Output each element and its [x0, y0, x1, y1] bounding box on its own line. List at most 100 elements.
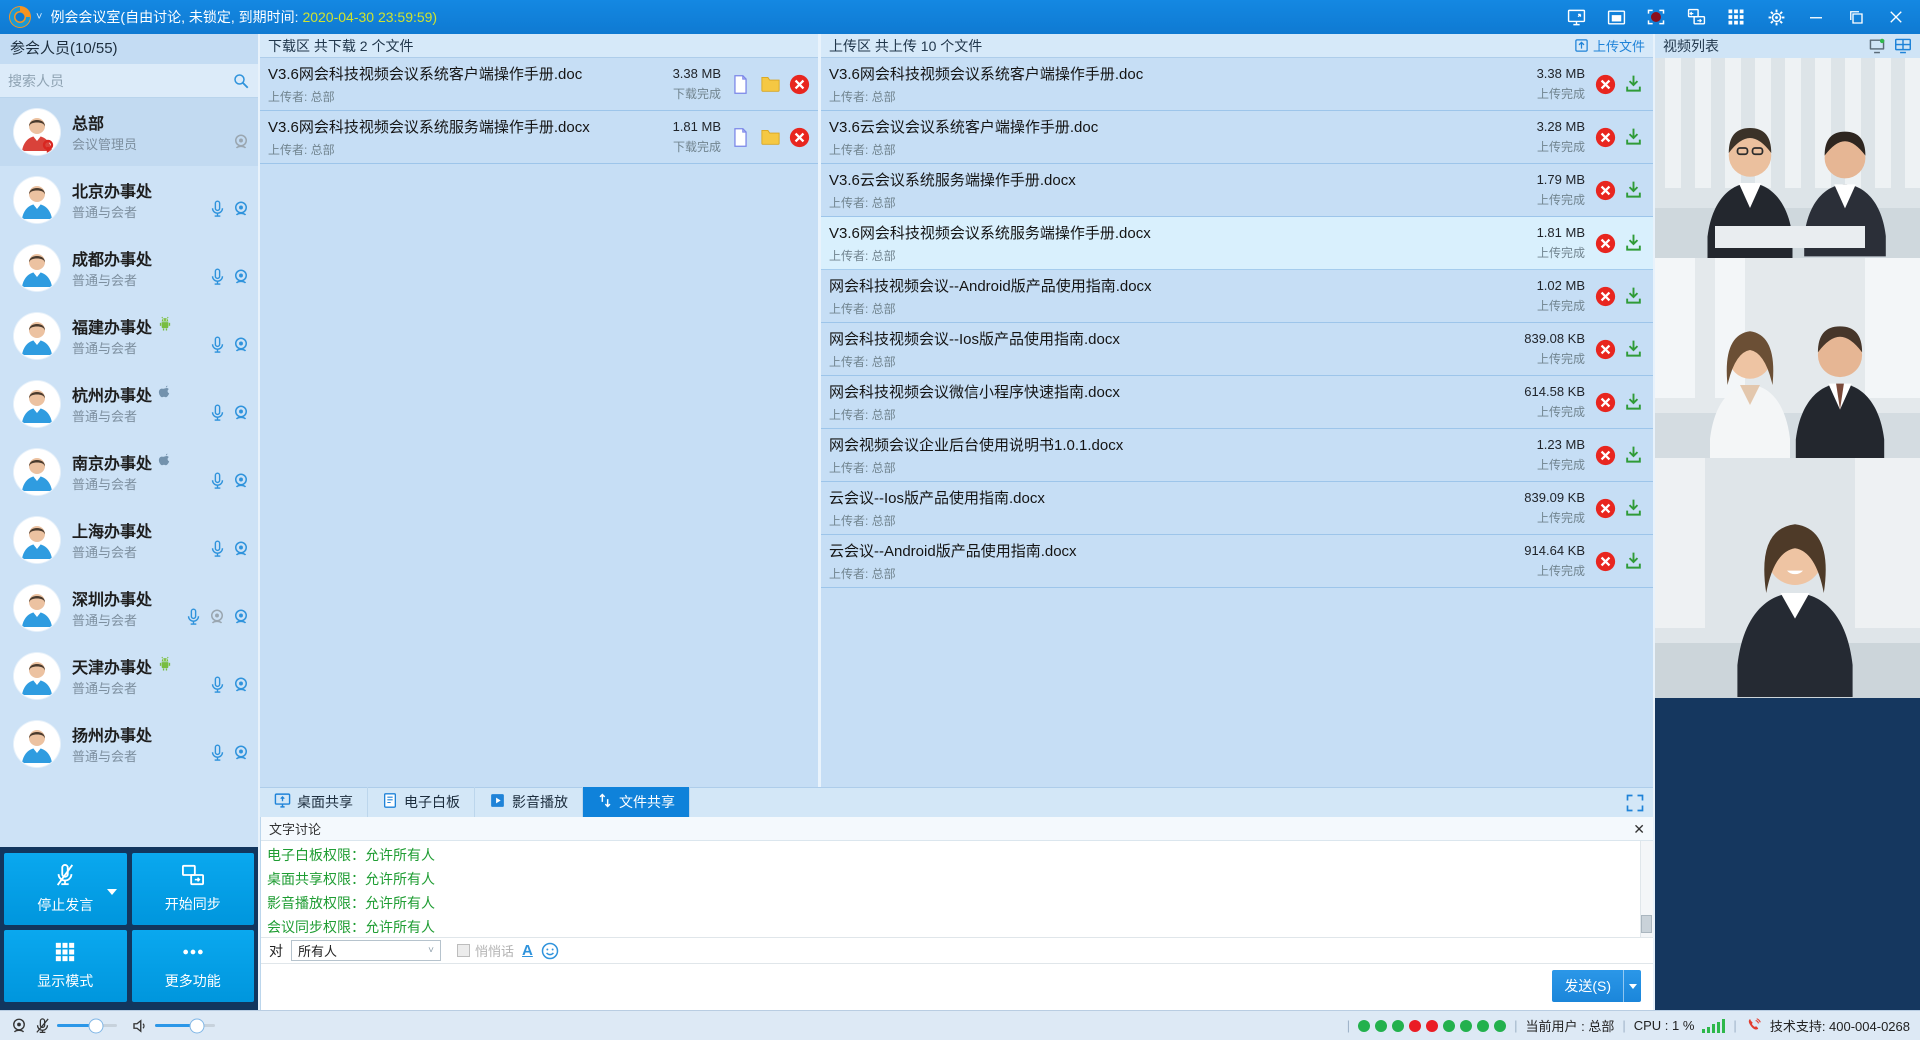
video-thumbnail-3[interactable]: [1655, 458, 1920, 698]
emoji-icon[interactable]: [541, 942, 559, 960]
chat-scrollbar[interactable]: [1640, 841, 1653, 937]
mic-icon[interactable]: [209, 403, 226, 428]
close-icon[interactable]: [1886, 7, 1906, 27]
webcam-icon[interactable]: [232, 336, 250, 359]
font-style-icon[interactable]: A: [522, 942, 533, 959]
message-input[interactable]: 发送(S): [261, 964, 1653, 1010]
download-file-icon[interactable]: [1624, 392, 1645, 413]
delete-file-icon[interactable]: [1595, 445, 1616, 466]
delete-file-icon[interactable]: [1595, 233, 1616, 254]
settings-gear-icon[interactable]: [1766, 7, 1786, 27]
sync-screens-button[interactable]: 开始同步: [132, 853, 255, 925]
delete-file-icon[interactable]: [789, 74, 810, 95]
maximize-icon[interactable]: [1846, 7, 1866, 27]
download-file-row[interactable]: V3.6网会科技视频会议系统客户端操作手册.doc上传者: 总部3.38 MB下…: [260, 58, 818, 111]
expand-icon[interactable]: [1625, 793, 1645, 813]
participant-row[interactable]: 杭州办事处普通与会者: [0, 370, 258, 438]
download-file-icon[interactable]: [1624, 551, 1645, 572]
upload-file-row[interactable]: V3.6云会议系统服务端操作手册.docx上传者: 总部1.79 MB上传完成: [821, 164, 1653, 217]
download-file-icon[interactable]: [1624, 445, 1645, 466]
participant-row[interactable]: 上海办事处普通与会者: [0, 506, 258, 574]
delete-file-icon[interactable]: [1595, 180, 1616, 201]
mic-icon[interactable]: [209, 199, 226, 224]
mic-icon[interactable]: [209, 539, 226, 564]
download-file-icon[interactable]: [1624, 127, 1645, 148]
download-file-icon[interactable]: [1624, 339, 1645, 360]
mic-icon[interactable]: [209, 743, 226, 768]
delete-file-icon[interactable]: [1595, 74, 1616, 95]
recipient-select[interactable]: 所有人˅: [291, 940, 441, 961]
whisper-checkbox[interactable]: [457, 944, 470, 957]
more-dots-button[interactable]: 更多功能: [132, 930, 255, 1002]
search-icon[interactable]: [232, 72, 250, 90]
speaker-icon[interactable]: [131, 1017, 149, 1035]
send-options-dropdown[interactable]: [1623, 970, 1641, 1002]
send-button[interactable]: 发送(S): [1552, 970, 1623, 1002]
chat-scrollbar-thumb[interactable]: [1641, 915, 1652, 933]
delete-file-icon[interactable]: [1595, 498, 1616, 519]
delete-file-icon[interactable]: [1595, 286, 1616, 307]
upload-file-button[interactable]: 上传文件: [1574, 36, 1645, 55]
webcam-icon[interactable]: [232, 744, 250, 767]
open-folder-icon[interactable]: [760, 74, 781, 95]
participant-row[interactable]: 南京办事处普通与会者: [0, 438, 258, 506]
participant-row[interactable]: 成都办事处普通与会者: [0, 234, 258, 302]
delete-file-icon[interactable]: [1595, 392, 1616, 413]
upload-file-row[interactable]: V3.6网会科技视频会议系统客户端操作手册.doc上传者: 总部3.38 MB上…: [821, 58, 1653, 111]
open-file-icon[interactable]: [731, 74, 752, 95]
minimize-icon[interactable]: [1806, 7, 1826, 27]
mic-muted-icon[interactable]: [34, 1017, 51, 1035]
upload-file-row[interactable]: 网会科技视频会议--Ios版产品使用指南.docx上传者: 总部839.08 K…: [821, 323, 1653, 376]
webcam-icon[interactable]: [232, 404, 250, 427]
tab-whiteboard[interactable]: 电子白板: [368, 787, 475, 817]
video-thumbnail-2[interactable]: [1655, 258, 1920, 458]
delete-file-icon[interactable]: [1595, 551, 1616, 572]
dropdown-caret-icon[interactable]: [107, 889, 117, 895]
upload-file-row[interactable]: 云会议--Ios版产品使用指南.docx上传者: 总部839.09 KB上传完成: [821, 482, 1653, 535]
webcam-icon[interactable]: [10, 1017, 28, 1035]
grid-button[interactable]: 显示模式: [4, 930, 127, 1002]
download-file-icon[interactable]: [1624, 233, 1645, 254]
mic-icon[interactable]: [185, 607, 202, 632]
video-layout-icon[interactable]: [1894, 38, 1912, 54]
participant-row[interactable]: 福建办事处普通与会者: [0, 302, 258, 370]
participant-row[interactable]: 总部会议管理员: [0, 98, 258, 166]
download-file-row[interactable]: V3.6网会科技视频会议系统服务端操作手册.docx上传者: 总部1.81 MB…: [260, 111, 818, 164]
mic-icon[interactable]: [209, 267, 226, 292]
open-file-icon[interactable]: [731, 127, 752, 148]
participant-row[interactable]: 扬州办事处普通与会者: [0, 710, 258, 778]
video-thumbnail-1[interactable]: [1655, 58, 1920, 258]
speaker-volume-slider[interactable]: [155, 1024, 215, 1027]
mic-icon[interactable]: [209, 471, 226, 496]
grid-icon[interactable]: [1726, 7, 1746, 27]
upload-file-row[interactable]: 云会议--Android版产品使用指南.docx上传者: 总部914.64 KB…: [821, 535, 1653, 588]
sync-screens-icon[interactable]: [1686, 7, 1706, 27]
webcam-off-icon[interactable]: [232, 133, 250, 156]
tab-desktop-share[interactable]: 桌面共享: [260, 787, 368, 817]
mic-off-button[interactable]: 停止发言: [4, 853, 127, 925]
webcam-icon[interactable]: [232, 200, 250, 223]
mic-icon[interactable]: [209, 675, 226, 700]
upload-file-row[interactable]: 网会科技视频会议--Android版产品使用指南.docx上传者: 总部1.02…: [821, 270, 1653, 323]
chevron-down-icon[interactable]: ˅: [36, 11, 42, 23]
camera-status-icon[interactable]: [1868, 38, 1886, 54]
mic-volume-slider[interactable]: [57, 1024, 117, 1027]
download-file-icon[interactable]: [1624, 180, 1645, 201]
presentation-icon[interactable]: [1606, 7, 1626, 27]
chat-close-icon[interactable]: ✕: [1633, 822, 1645, 836]
participant-row[interactable]: 天津办事处普通与会者: [0, 642, 258, 710]
download-file-icon[interactable]: [1624, 74, 1645, 95]
webcam-off-icon[interactable]: [208, 608, 226, 631]
participant-row[interactable]: 北京办事处普通与会者: [0, 166, 258, 234]
upload-file-row[interactable]: V3.6云会议会议系统客户端操作手册.doc上传者: 总部3.28 MB上传完成: [821, 111, 1653, 164]
webcam-icon[interactable]: [232, 540, 250, 563]
download-file-icon[interactable]: [1624, 498, 1645, 519]
webcam-icon[interactable]: [232, 472, 250, 495]
search-input[interactable]: [8, 73, 232, 89]
webcam-icon[interactable]: [232, 268, 250, 291]
upload-file-row[interactable]: V3.6网会科技视频会议系统服务端操作手册.docx上传者: 总部1.81 MB…: [821, 217, 1653, 270]
upload-file-row[interactable]: 网会科技视频会议微信小程序快速指南.docx上传者: 总部614.58 KB上传…: [821, 376, 1653, 429]
record-icon[interactable]: [1646, 7, 1666, 27]
screen-share-icon[interactable]: [1566, 7, 1586, 27]
delete-file-icon[interactable]: [1595, 339, 1616, 360]
